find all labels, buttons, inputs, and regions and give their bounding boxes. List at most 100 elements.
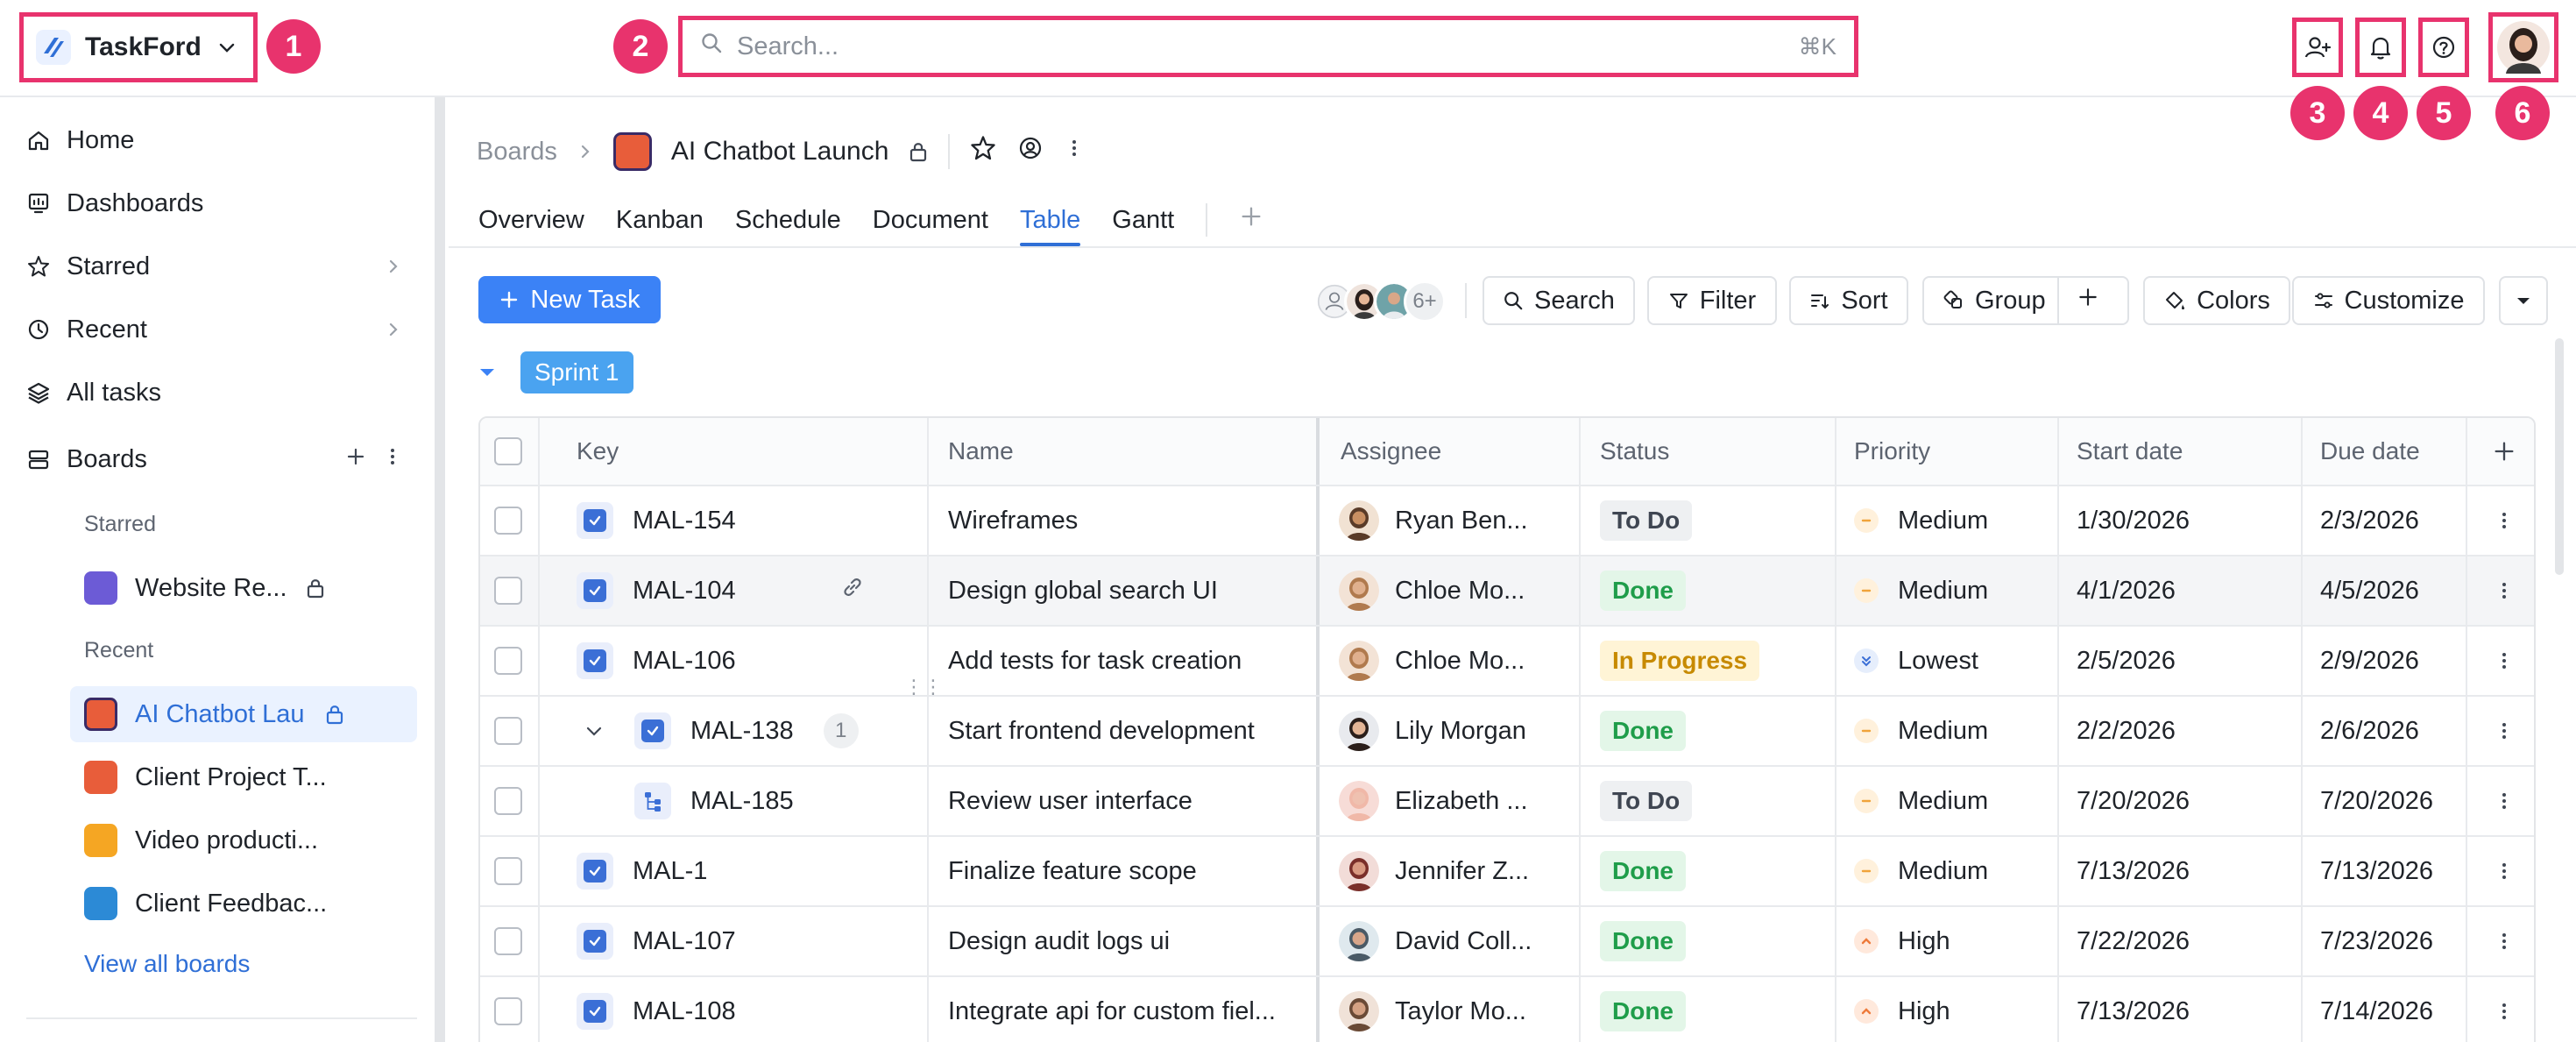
row-drag-handle-icon[interactable]: ⋮⋮ xyxy=(904,676,943,698)
row-checkbox[interactable] xyxy=(489,627,527,695)
board-more-button[interactable] xyxy=(1064,136,1085,167)
row-more-button[interactable] xyxy=(2487,627,2522,695)
priority-cell[interactable]: High xyxy=(1854,907,1950,975)
row-more-button[interactable] xyxy=(2487,697,2522,765)
sidebar-board-client-project[interactable]: Client Project T... xyxy=(70,749,417,805)
notifications-button[interactable] xyxy=(2355,18,2406,77)
assignee-cell[interactable]: Chloe Mo... xyxy=(1339,627,1575,695)
copy-link-button[interactable] xyxy=(839,574,866,607)
table-row[interactable]: MAL-154 Wireframes Ryan Ben... To Do Medium 1… xyxy=(480,486,2534,556)
row-more-button[interactable] xyxy=(2487,767,2522,835)
start-date[interactable]: 2/5/2026 xyxy=(2077,627,2176,695)
priority-cell[interactable]: Medium xyxy=(1854,697,1988,765)
help-button[interactable] xyxy=(2418,18,2469,77)
table-row[interactable]: MAL-107 Design audit logs ui David Coll...… xyxy=(480,907,2534,977)
priority-cell[interactable]: High xyxy=(1854,977,1950,1042)
row-checkbox[interactable] xyxy=(489,486,527,555)
column-header-name[interactable]: Name xyxy=(948,418,1014,485)
colors-button[interactable]: Colors xyxy=(2143,276,2290,325)
due-date[interactable]: 2/9/2026 xyxy=(2320,627,2419,695)
task-key[interactable]: MAL-154 xyxy=(633,507,736,535)
column-header-key[interactable]: Key xyxy=(577,418,619,485)
task-name[interactable]: Design global search UI xyxy=(948,556,1311,625)
due-date[interactable]: 7/13/2026 xyxy=(2320,837,2433,905)
star-board-button[interactable] xyxy=(969,134,997,169)
row-checkbox[interactable] xyxy=(489,767,527,835)
column-header-status[interactable]: Status xyxy=(1600,418,1669,485)
assignee-cell[interactable]: David Coll... xyxy=(1339,907,1575,975)
task-name[interactable]: Integrate api for custom fiel... xyxy=(948,977,1311,1042)
search-tasks-button[interactable]: Search xyxy=(1483,276,1635,325)
select-all-checkbox[interactable] xyxy=(489,418,527,485)
row-more-button[interactable] xyxy=(2487,907,2522,975)
assignee-cell[interactable]: Jennifer Z... xyxy=(1339,837,1575,905)
assignee-cell[interactable]: Lily Morgan xyxy=(1339,697,1575,765)
tab-schedule[interactable]: Schedule xyxy=(735,194,841,246)
task-key[interactable]: MAL-104 xyxy=(633,577,736,606)
column-header-due-date[interactable]: Due date xyxy=(2320,418,2420,485)
column-header-start-date[interactable]: Start date xyxy=(2077,418,2183,485)
task-name[interactable]: Review user interface xyxy=(948,767,1311,835)
global-search[interactable]: ⌘K xyxy=(678,16,1858,77)
row-checkbox[interactable] xyxy=(489,556,527,625)
filter-button[interactable]: Filter xyxy=(1647,276,1777,325)
start-date[interactable]: 2/2/2026 xyxy=(2077,697,2176,765)
task-key[interactable]: MAL-108 xyxy=(633,997,736,1026)
task-name[interactable]: Start frontend development xyxy=(948,697,1311,765)
status-cell[interactable]: In Progress xyxy=(1600,627,1760,695)
table-row[interactable]: MAL-108 Integrate api for custom fiel... T… xyxy=(480,977,2534,1042)
group-header-sprint[interactable]: Sprint 1 xyxy=(477,351,633,393)
user-avatar-button[interactable] xyxy=(2488,12,2558,82)
sidebar-scrollbar[interactable] xyxy=(435,97,445,1042)
row-more-button[interactable] xyxy=(2487,977,2522,1042)
table-row[interactable]: MAL-138 1 Start frontend development Lily M… xyxy=(480,697,2534,767)
assignee-cell[interactable]: Ryan Ben... xyxy=(1339,486,1575,555)
row-checkbox[interactable] xyxy=(489,837,527,905)
workspace-switcher[interactable]: TaskFord xyxy=(19,12,258,82)
sidebar-item-starred[interactable]: Starred xyxy=(26,240,403,293)
expand-subtasks-button[interactable] xyxy=(577,721,612,741)
status-cell[interactable]: To Do xyxy=(1600,767,1693,835)
priority-cell[interactable]: Lowest xyxy=(1854,627,1978,695)
sidebar-item-all-tasks[interactable]: All tasks xyxy=(26,366,403,419)
priority-cell[interactable]: Medium xyxy=(1854,486,1988,555)
status-cell[interactable]: To Do xyxy=(1600,486,1693,555)
status-cell[interactable]: Done xyxy=(1600,556,1686,625)
start-date[interactable]: 7/13/2026 xyxy=(2077,977,2190,1042)
priority-cell[interactable]: Medium xyxy=(1854,556,1988,625)
assignee-cell[interactable]: Chloe Mo... xyxy=(1339,556,1575,625)
status-cell[interactable]: Done xyxy=(1600,697,1686,765)
tab-table[interactable]: Table xyxy=(1019,194,1081,246)
table-scrollbar[interactable] xyxy=(2555,338,2564,575)
task-key[interactable]: MAL-106 xyxy=(633,647,736,676)
task-name[interactable]: Wireframes xyxy=(948,486,1311,555)
table-row[interactable]: MAL-185 Review user interface Elizabeth ..… xyxy=(480,767,2534,837)
row-checkbox[interactable] xyxy=(489,697,527,765)
task-name[interactable]: Design audit logs ui xyxy=(948,907,1311,975)
row-checkbox[interactable] xyxy=(489,907,527,975)
task-key[interactable]: MAL-185 xyxy=(690,787,794,816)
table-row[interactable]: MAL-104 Design global search UI Chloe Mo..… xyxy=(480,556,2534,627)
tab-overview[interactable]: Overview xyxy=(478,194,584,246)
view-all-boards-link[interactable]: View all boards xyxy=(84,950,250,978)
status-cell[interactable]: Done xyxy=(1600,837,1686,905)
board-members[interactable]: 6+ xyxy=(1314,280,1446,323)
row-checkbox[interactable] xyxy=(489,977,527,1042)
customize-button[interactable]: Customize xyxy=(2292,276,2485,325)
assignee-cell[interactable]: Taylor Mo... xyxy=(1339,977,1575,1042)
start-date[interactable]: 1/30/2026 xyxy=(2077,486,2190,555)
watch-board-button[interactable] xyxy=(1016,134,1044,169)
row-more-button[interactable] xyxy=(2487,837,2522,905)
sidebar-board-website[interactable]: Website Re... xyxy=(70,560,417,616)
priority-cell[interactable]: Medium xyxy=(1854,837,1988,905)
add-column-button[interactable] xyxy=(2487,418,2522,485)
column-header-assignee[interactable]: Assignee xyxy=(1341,418,1441,485)
sort-button[interactable]: Sort xyxy=(1789,276,1908,325)
task-name[interactable]: Add tests for task creation xyxy=(948,627,1311,695)
sidebar-board-video-production[interactable]: Video producti... xyxy=(70,812,417,868)
invite-user-button[interactable] xyxy=(2292,18,2343,77)
search-input[interactable] xyxy=(737,32,1799,61)
add-group-button[interactable] xyxy=(2077,286,2099,315)
tab-document[interactable]: Document xyxy=(873,194,988,246)
table-row[interactable]: MAL-1 Finalize feature scope Jennifer Z...… xyxy=(480,837,2534,907)
